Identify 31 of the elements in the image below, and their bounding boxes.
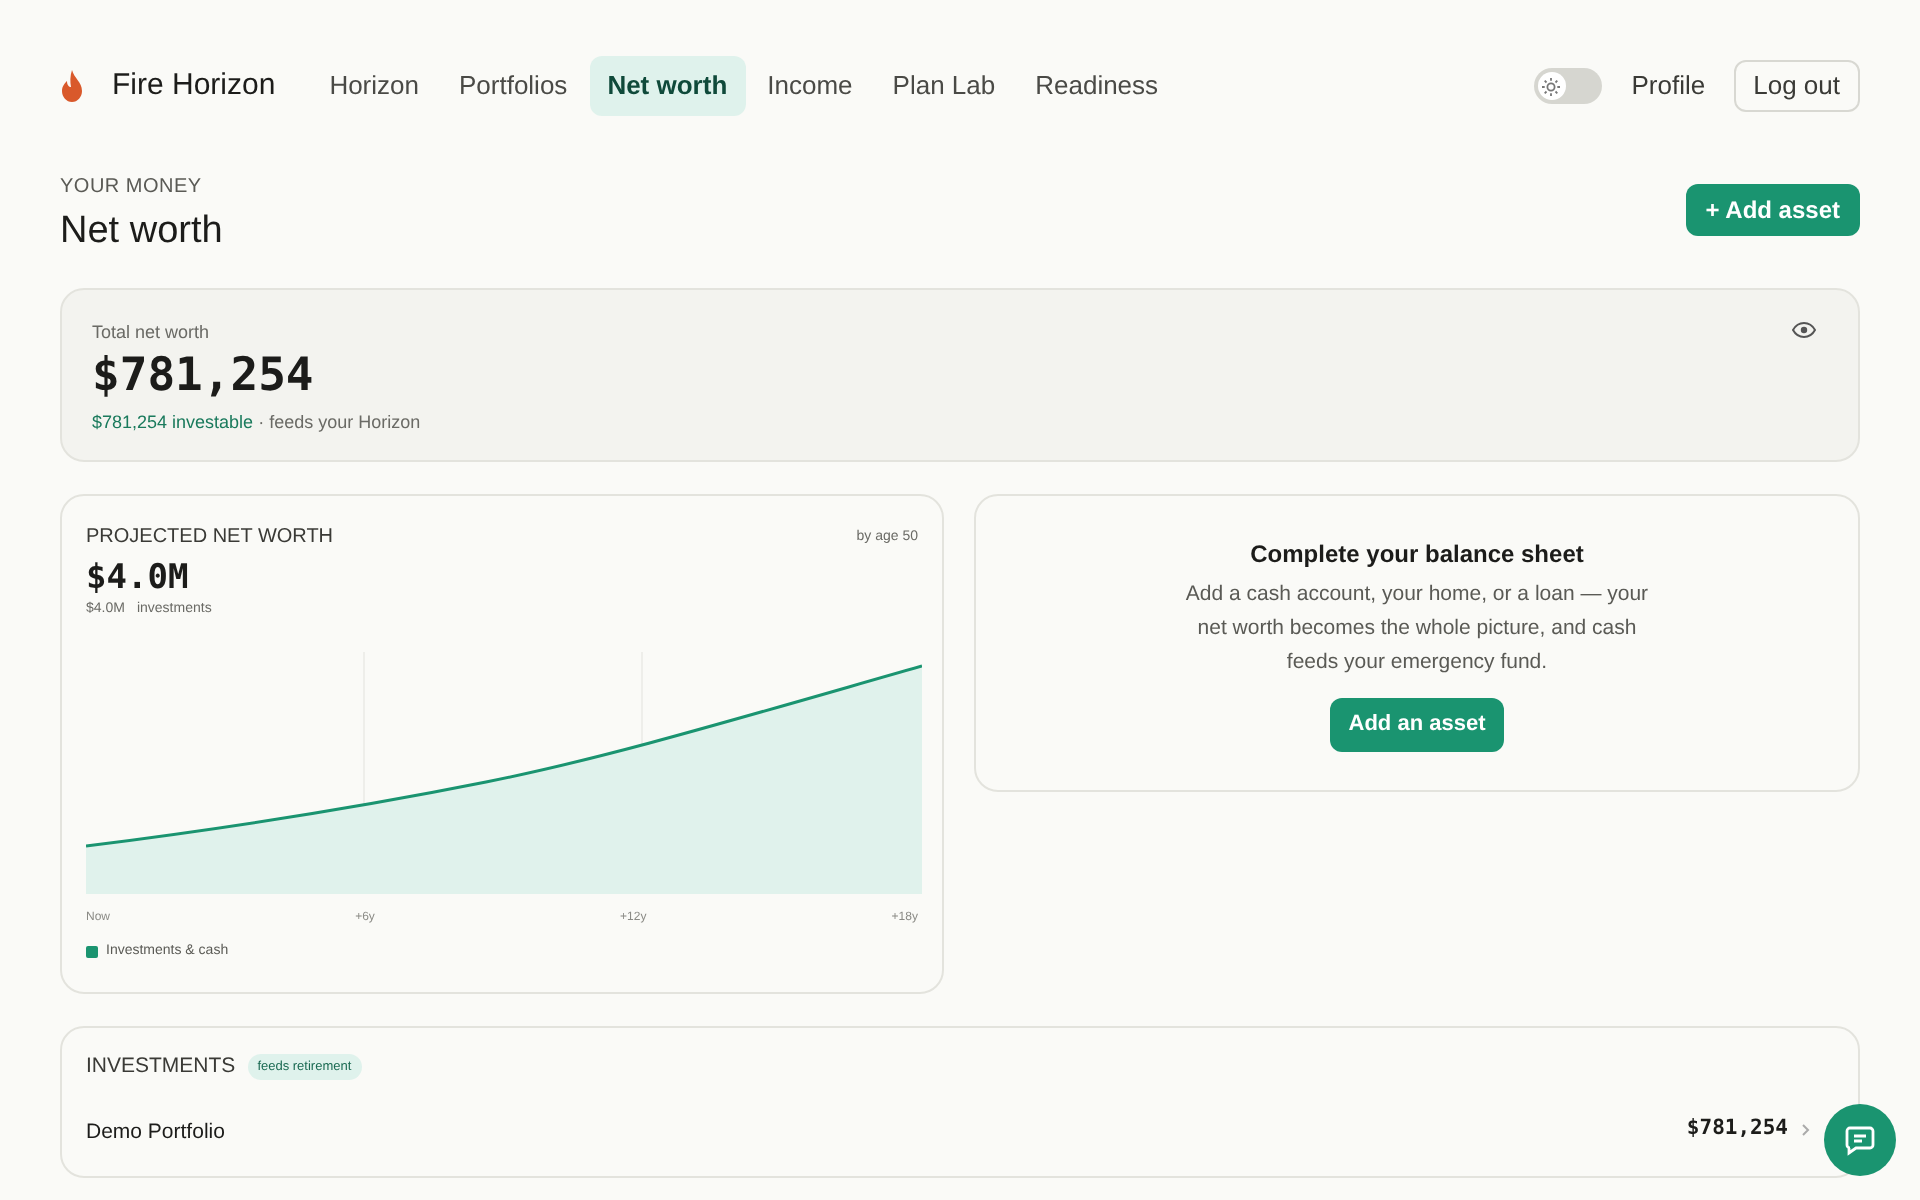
section-eyebrow: YOUR MONEY — [60, 174, 204, 202]
nav-tab[interactable]: Plan Lab — [874, 56, 1014, 116]
investable-amount: $781,254 investable — [92, 412, 254, 432]
balance-sheet-text: Add a cash account, your home, or a loan — your net worth becomes the whole picture, and cash feeds your emergency fund. — [1183, 579, 1651, 677]
nav-tab[interactable]: Horizon — [311, 56, 437, 116]
portfolio-value: $781,254 — [1686, 1114, 1788, 1145]
projection-title: PROJECTED NET WORTH — [86, 523, 334, 551]
nav-tab[interactable]: Readiness — [1017, 56, 1177, 116]
chevron-icon — [1802, 1124, 1810, 1137]
nav-tab[interactable]: Income — [749, 56, 871, 116]
chat-button[interactable] — [1824, 1104, 1896, 1176]
brand-name[interactable]: Fire Horizon — [112, 63, 276, 109]
portfolio-name[interactable]: Demo Portfolio — [86, 1120, 225, 1145]
chat-icon — [1844, 1124, 1876, 1156]
total-label: Total net worth — [92, 319, 210, 345]
projection-value: $4.0M — [86, 555, 191, 599]
theme-toggle[interactable] — [1533, 68, 1602, 104]
add-asset-button[interactable]: + Add asset — [1685, 184, 1860, 236]
flame-icon — [60, 70, 84, 102]
profile-link[interactable]: Profile — [1631, 66, 1706, 106]
total-value: $781,254 — [92, 348, 316, 406]
nav-tab[interactable]: Portfolios — [440, 56, 586, 116]
horizon-note: · feeds your Horizon — [258, 412, 421, 432]
investments-title: INVESTMENTS — [86, 1051, 236, 1081]
sun-icon — [1542, 77, 1561, 95]
eye-icon[interactable] — [1792, 321, 1816, 337]
page-title: Net worth — [60, 208, 223, 256]
nav-tab[interactable]: Net worth — [589, 56, 746, 116]
logout-button[interactable]: Log out — [1733, 60, 1860, 112]
balance-sheet-title: Complete your balance sheet — [1250, 537, 1584, 571]
add-an-asset-button[interactable]: Add an asset — [1330, 697, 1504, 751]
